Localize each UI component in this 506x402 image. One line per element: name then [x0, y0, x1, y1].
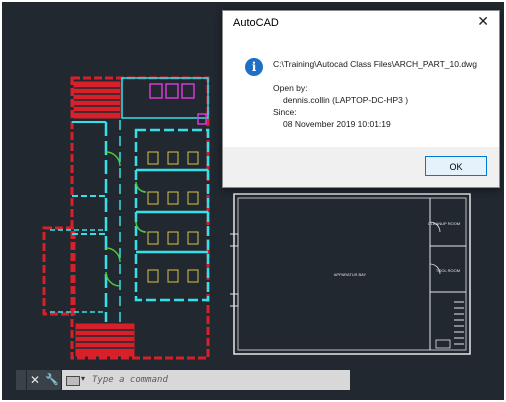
- open-by-label: Open by:: [273, 83, 308, 93]
- chevron-down-icon[interactable]: ▾: [81, 374, 85, 383]
- file-in-use-dialog: AutoCAD ✕ i C:\Training\Autocad Class Fi…: [222, 10, 500, 188]
- grip-handle[interactable]: [16, 370, 26, 390]
- room-label-cleanup: CLEANUP ROOM: [428, 221, 460, 226]
- open-by-value: dennis.collin (LAPTOP-DC-HP3 ): [283, 95, 409, 105]
- room-label-tool: TOOL ROOM: [436, 268, 460, 273]
- command-history-icon[interactable]: [66, 376, 80, 386]
- close-icon[interactable]: ✕: [27, 370, 43, 390]
- room-label-apparatus-bay: APPARATUS BAY: [334, 272, 367, 277]
- command-input[interactable]: [92, 372, 342, 388]
- command-field: ▾: [62, 370, 350, 390]
- command-line-bar: ✕ 🔧 ▾: [16, 370, 350, 390]
- dialog-footer: OK: [223, 147, 499, 187]
- ok-button[interactable]: OK: [425, 156, 487, 176]
- since-value: 08 November 2019 10:01:19: [283, 119, 391, 129]
- file-path-text: C:\Training\Autocad Class Files\ARCH_PAR…: [273, 59, 477, 69]
- left-floor-plan: [42, 76, 210, 360]
- autocad-window: CLEANUP ROOM TOOL ROOM APPARATUS BAY Aut…: [2, 2, 504, 400]
- dialog-title: AutoCAD: [233, 17, 279, 29]
- since-label: Since:: [273, 107, 297, 117]
- close-icon[interactable]: ✕: [477, 13, 489, 30]
- information-icon: i: [245, 58, 263, 76]
- wrench-icon[interactable]: 🔧: [43, 370, 61, 390]
